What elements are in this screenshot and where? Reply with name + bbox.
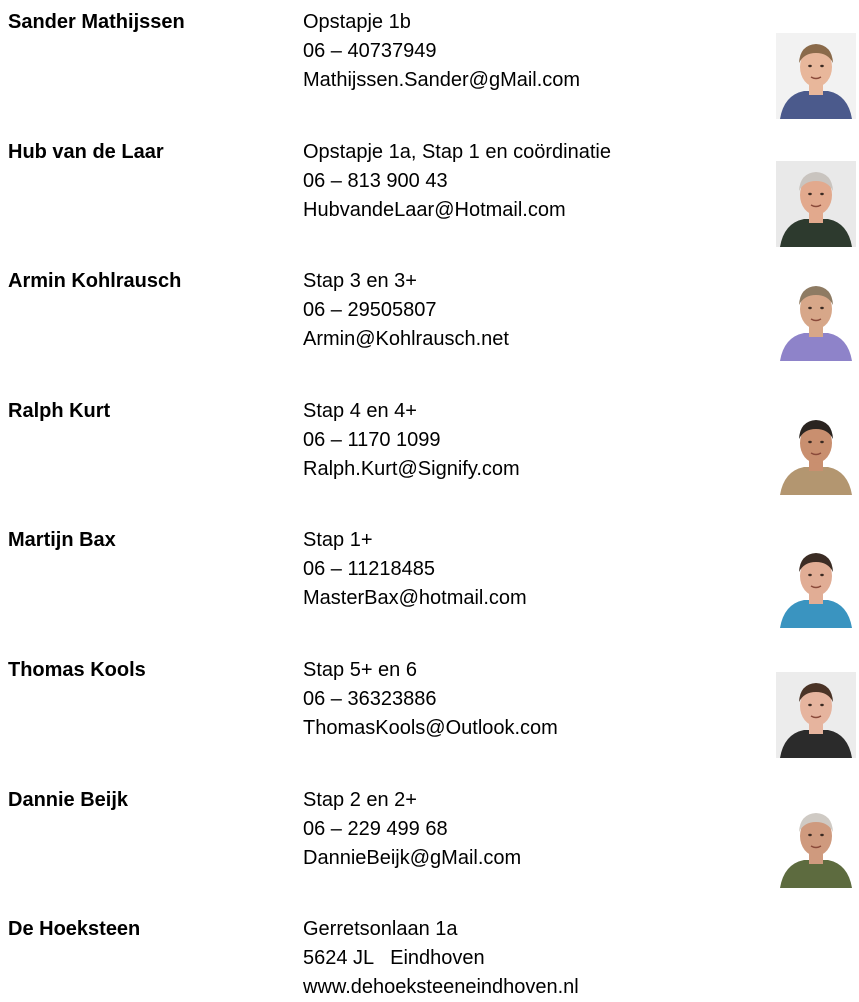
contact-role: Opstapje 1b bbox=[303, 11, 411, 33]
contact-email: MasterBax@hotmail.com bbox=[303, 587, 527, 609]
contact-phone: 06 – 229 499 68 bbox=[303, 818, 448, 840]
contact-role: Stap 3 en 3+ bbox=[303, 270, 417, 292]
contact-photo bbox=[776, 802, 856, 888]
portrait-image bbox=[776, 802, 856, 888]
contact-details: Stap 2 en 2+ 06 – 229 499 68 DannieBeijk… bbox=[303, 786, 521, 873]
contact-details: Opstapje 1a, Stap 1 en coördinatie 06 – … bbox=[303, 138, 611, 225]
contact-details: Stap 3 en 3+ 06 – 29505807 Armin@Kohlrau… bbox=[303, 267, 509, 354]
contact-photo bbox=[776, 33, 856, 119]
contact-details: Opstapje 1b 06 – 40737949 Mathijssen.San… bbox=[303, 8, 580, 95]
contact-name: Armin Kohlrausch bbox=[8, 270, 182, 292]
portrait-image bbox=[776, 542, 856, 628]
contact-email: DannieBeijk@gMail.com bbox=[303, 847, 522, 869]
contact-name: Thomas Kools bbox=[8, 659, 146, 681]
contact-details: Stap 5+ en 6 06 – 36323886 ThomasKools@O… bbox=[303, 656, 558, 743]
portrait-eye bbox=[820, 440, 824, 444]
contact-phone: 06 – 11218485 bbox=[303, 558, 435, 580]
contact-phone: 06 – 1170 1099 bbox=[303, 429, 441, 451]
contact-name: Ralph Kurt bbox=[8, 400, 111, 422]
contact-photo bbox=[776, 542, 856, 628]
contact-photo bbox=[776, 409, 856, 495]
contact-phone: 06 – 36323886 bbox=[303, 688, 437, 710]
contact-phone: 06 – 29505807 bbox=[303, 299, 437, 321]
contact-name: Dannie Beijk bbox=[8, 789, 129, 811]
contact-email: Mathijssen.Sander@gMail.com bbox=[303, 69, 581, 91]
contact-role: Opstapje 1a, Stap 1 en coördinatie bbox=[303, 141, 611, 163]
venue-city: 5624 JL Eindhoven bbox=[303, 947, 485, 969]
portrait-eye bbox=[808, 703, 812, 707]
portrait-image bbox=[776, 672, 856, 758]
portrait-eye bbox=[808, 573, 812, 577]
contact-email: ThomasKools@Outlook.com bbox=[303, 717, 558, 739]
portrait-eye bbox=[808, 440, 812, 444]
portrait-eye bbox=[820, 573, 824, 577]
portrait-image bbox=[776, 161, 856, 247]
portrait-eye bbox=[820, 306, 824, 310]
contact-photo bbox=[776, 275, 856, 361]
venue-name: De Hoeksteen bbox=[8, 918, 141, 940]
contact-email: Ralph.Kurt@Signify.com bbox=[303, 458, 520, 480]
contact-name: Hub van de Laar bbox=[8, 141, 164, 163]
venue-website[interactable]: www.dehoeksteeneindhoven.nl bbox=[303, 973, 579, 1002]
contact-phone: 06 – 40737949 bbox=[303, 40, 437, 62]
contact-name: Sander Mathijssen bbox=[8, 11, 185, 33]
venue-street: Gerretsonlaan 1a bbox=[303, 918, 458, 940]
portrait-eye bbox=[808, 192, 812, 196]
portrait-eye bbox=[820, 833, 824, 837]
contact-email: HubvandeLaar@Hotmail.com bbox=[303, 199, 566, 221]
contact-role: Stap 4 en 4+ bbox=[303, 400, 417, 422]
contact-name: Martijn Bax bbox=[8, 529, 116, 551]
portrait-eye bbox=[808, 64, 812, 68]
contact-role: Stap 5+ en 6 bbox=[303, 659, 417, 681]
contact-details: Stap 1+ 06 – 11218485 MasterBax@hotmail.… bbox=[303, 526, 527, 613]
portrait-image bbox=[776, 33, 856, 119]
portrait-eye bbox=[820, 64, 824, 68]
contact-details: Stap 4 en 4+ 06 – 1170 1099 Ralph.Kurt@S… bbox=[303, 397, 520, 484]
portrait-eye bbox=[808, 306, 812, 310]
contact-photo bbox=[776, 672, 856, 758]
portrait-image bbox=[776, 275, 856, 361]
portrait-image bbox=[776, 409, 856, 495]
contact-role: Stap 2 en 2+ bbox=[303, 789, 417, 811]
contact-email: Armin@Kohlrausch.net bbox=[303, 328, 509, 350]
contact-role: Stap 1+ bbox=[303, 529, 373, 551]
portrait-eye bbox=[820, 192, 824, 196]
contact-photo bbox=[776, 161, 856, 247]
venue-details: Gerretsonlaan 1a 5624 JL Eindhoven www.d… bbox=[303, 915, 579, 1002]
portrait-eye bbox=[808, 833, 812, 837]
portrait-eye bbox=[820, 703, 824, 707]
contact-phone: 06 – 813 900 43 bbox=[303, 170, 448, 192]
